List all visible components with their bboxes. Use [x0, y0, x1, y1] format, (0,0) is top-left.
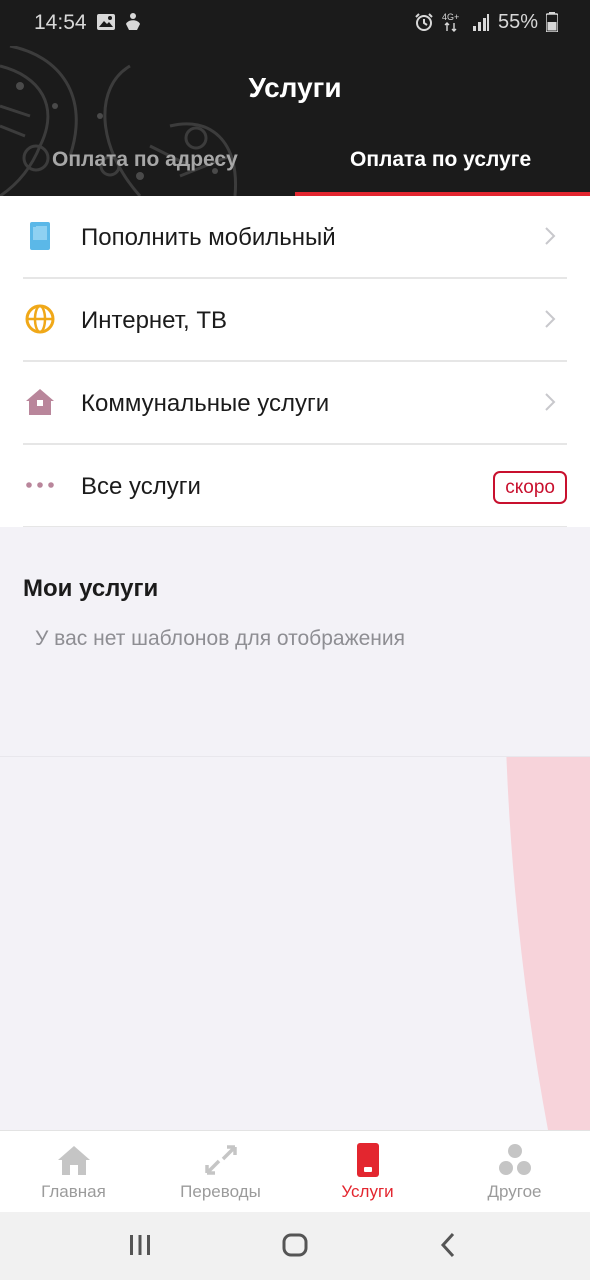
battery-percentage: 55% [497, 10, 538, 33]
tab-pay-by-service[interactable]: Оплата по услуге [350, 148, 531, 172]
soon-badge: скоро [493, 471, 567, 504]
mobile-phone-icon [30, 222, 50, 250]
chevron-right-icon [545, 393, 556, 411]
recent-apps-icon[interactable] [128, 1230, 152, 1260]
alarm-icon [415, 13, 433, 31]
status-time: 14:54 [34, 11, 87, 34]
signal-icon [472, 14, 489, 31]
svg-text:4G+: 4G+ [442, 12, 459, 22]
bottom-navigation: Главная Переводы Услуги Другое [0, 1130, 590, 1213]
service-label: Интернет, ТВ [81, 307, 228, 334]
service-row-internet-tv[interactable]: Интернет, ТВ [0, 279, 590, 362]
nav-label: Услуги [341, 1182, 394, 1201]
other-circles-icon [498, 1144, 531, 1175]
service-row-all-services[interactable]: Все услуги скоро [0, 445, 590, 528]
transfer-arrows-icon [204, 1145, 237, 1175]
nav-item-home[interactable]: Главная [0, 1131, 147, 1213]
page-title: Услуги [248, 72, 342, 103]
nav-item-services[interactable]: Услуги [294, 1131, 441, 1213]
nav-label: Переводы [180, 1182, 261, 1201]
home-button-icon[interactable] [281, 1230, 309, 1260]
gallery-icon [97, 14, 115, 30]
nav-label: Другое [487, 1182, 542, 1201]
my-services-title: Мои услуги [23, 575, 159, 602]
network-4g-icon: 4G+ [442, 12, 459, 32]
home-icon [57, 1146, 90, 1175]
house-icon [26, 389, 54, 415]
chevron-right-icon [545, 310, 556, 328]
service-label: Все услуги [81, 473, 201, 500]
my-services-section: Мои услуги У вас нет шаблонов для отобра… [0, 527, 590, 757]
globe-icon [25, 304, 55, 334]
accessibility-icon [126, 13, 140, 30]
service-label: Пополнить мобильный [81, 224, 336, 251]
system-navigation-bar [0, 1212, 590, 1280]
app-header: Услуги Оплата по адресу Оплата по услуге [0, 46, 590, 196]
services-phone-icon [356, 1143, 379, 1177]
chevron-right-icon [545, 227, 556, 245]
my-services-empty-text: У вас нет шаблонов для отображения [35, 627, 405, 650]
service-list: Пополнить мобильный Интернет, ТВ Коммуна… [0, 196, 590, 528]
more-dots-icon [26, 482, 54, 488]
battery-icon [546, 12, 558, 32]
tab-pay-by-address[interactable]: Оплата по адресу [52, 148, 238, 172]
status-indicators: 4G+ 55% [414, 10, 558, 34]
back-icon[interactable] [438, 1230, 458, 1260]
nav-label: Главная [41, 1182, 106, 1201]
nav-item-transfers[interactable]: Переводы [147, 1131, 294, 1213]
nav-item-other[interactable]: Другое [441, 1131, 588, 1213]
service-row-utilities[interactable]: Коммунальные услуги [0, 362, 590, 445]
service-label: Коммунальные услуги [81, 390, 330, 417]
service-row-mobile[interactable]: Пополнить мобильный [0, 196, 590, 279]
status-bar: 14:54 4G+ 55% [0, 0, 590, 46]
header-decoration [0, 46, 238, 196]
